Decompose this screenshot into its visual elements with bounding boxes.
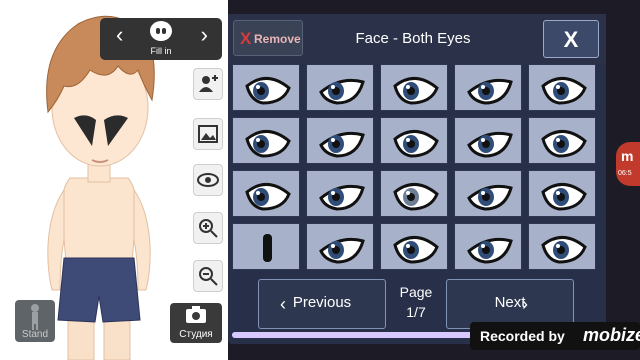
eye-option[interactable] [306, 223, 374, 270]
eye-preview-icon [319, 184, 365, 211]
eye-preview-icon [467, 131, 513, 158]
eye-option[interactable] [454, 64, 522, 111]
eye-option[interactable] [454, 223, 522, 270]
previous-label: Previous [292, 294, 352, 311]
stand-pose-icon [31, 304, 39, 330]
recorded-by-label: Recorded by [480, 328, 565, 344]
character-preview-area: ‹ › Fill in Stand Студия [0, 0, 228, 360]
eye-preview-icon [541, 77, 587, 105]
stand-label: Stand [21, 329, 49, 340]
close-button[interactable]: X [543, 20, 599, 58]
fill-in-label: Fill in [150, 46, 172, 56]
zoom-out-icon [199, 267, 218, 286]
eye-icon [197, 173, 219, 187]
zoom-out-button[interactable] [193, 260, 223, 292]
eye-option[interactable] [232, 170, 300, 217]
eye-preview-icon [467, 237, 513, 264]
close-icon: X [563, 27, 579, 52]
fill-in-icon [150, 21, 172, 41]
studio-button[interactable]: Студия [170, 303, 222, 343]
eye-option[interactable] [454, 170, 522, 217]
fill-in-control[interactable]: ‹ › Fill in [100, 18, 222, 60]
eye-option[interactable] [306, 170, 374, 217]
eye-preview-icon [467, 78, 513, 105]
recorder-brand: mobizen [583, 325, 640, 345]
studio-label: Студия [179, 329, 213, 340]
eye-preview-icon [245, 77, 291, 105]
remove-button[interactable]: X Remove [233, 20, 303, 56]
eye-preview-icon [319, 78, 365, 105]
camera-icon [186, 306, 206, 323]
panel-title: Face - Both Eyes [355, 30, 471, 47]
eye-preview-icon [319, 237, 365, 264]
eye-option[interactable] [380, 223, 448, 270]
eye-option[interactable] [528, 223, 596, 270]
stand-button[interactable]: Stand [15, 300, 55, 342]
eye-option[interactable] [528, 117, 596, 164]
eye-option[interactable] [528, 64, 596, 111]
eye-preview-icon [467, 184, 513, 211]
add-character-button[interactable] [193, 68, 223, 100]
eye-selection-panel: X Remove Face - Both Eyes X Previous ‹ P… [228, 14, 606, 344]
eye-options-grid [232, 64, 602, 276]
eye-preview-icon [263, 234, 272, 262]
recorder-badge[interactable]: m 06:5 [616, 142, 640, 186]
eye-option[interactable] [380, 64, 448, 111]
page-value: 1/7 [406, 304, 426, 320]
eye-preview-icon [319, 131, 365, 158]
panel-header: X Remove Face - Both Eyes X [228, 14, 606, 64]
background-button[interactable] [193, 118, 223, 150]
eye-option[interactable] [306, 64, 374, 111]
eye-option[interactable] [528, 170, 596, 217]
eye-preview-icon [393, 183, 439, 211]
eye-option[interactable] [454, 117, 522, 164]
eye-preview-icon [541, 183, 587, 211]
next-label: Next [494, 294, 526, 311]
visibility-button[interactable] [193, 164, 223, 196]
zoom-in-button[interactable] [193, 212, 223, 244]
eye-option[interactable] [380, 170, 448, 217]
recording-watermark: Recorded by mobizen [470, 322, 640, 350]
eye-preview-icon [541, 130, 587, 158]
eye-preview-icon [393, 236, 439, 264]
eye-preview-icon [245, 183, 291, 211]
remove-x-icon: X [240, 29, 252, 48]
eye-preview-icon [393, 77, 439, 105]
panel-scroll-thumb[interactable] [232, 332, 478, 338]
eye-preview-icon [245, 130, 291, 158]
eye-preview-icon [393, 130, 439, 158]
eye-preview-icon [541, 236, 587, 264]
eye-option[interactable] [380, 117, 448, 164]
chevron-right-icon[interactable]: › [201, 24, 208, 46]
eye-option[interactable] [306, 117, 374, 164]
zoom-in-icon [199, 219, 218, 238]
remove-label: Remove [254, 32, 301, 46]
chevron-left-icon: ‹ [280, 294, 286, 314]
page-label: Page [399, 284, 433, 300]
chevron-right-icon: › [522, 294, 528, 314]
add-character-icon [199, 75, 218, 92]
previous-button[interactable]: Previous [258, 279, 386, 329]
background-icon [198, 125, 218, 143]
eye-option[interactable] [232, 223, 300, 270]
recorder-time: 06:5 [618, 170, 632, 177]
eye-option[interactable] [232, 64, 300, 111]
page-indicator: Page 1/7 [388, 282, 444, 322]
chevron-left-icon[interactable]: ‹ [116, 24, 123, 46]
eye-option[interactable] [232, 117, 300, 164]
recorder-logo-letter: m [621, 148, 634, 164]
